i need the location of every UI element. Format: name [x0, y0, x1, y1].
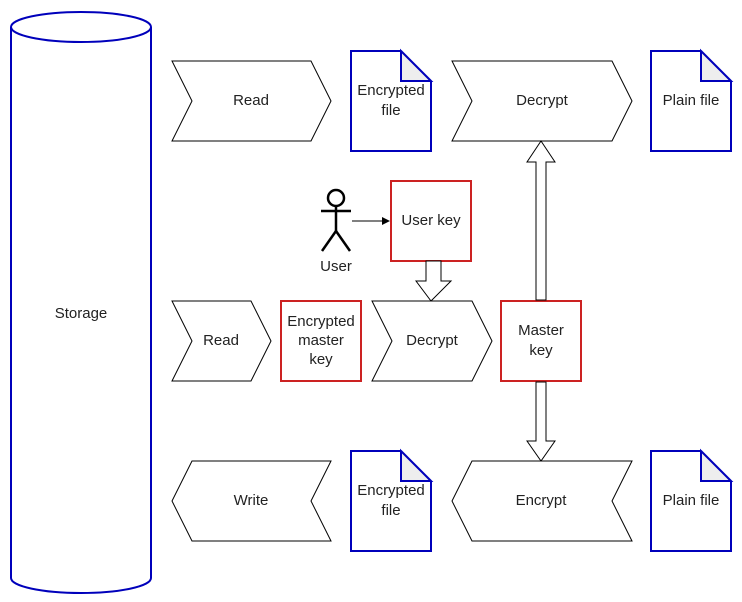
- plain-file-label: Plain file: [663, 492, 720, 509]
- decrypt-file-label: Decrypt: [516, 92, 569, 109]
- encrypt-file-label: Encrypt: [516, 492, 568, 509]
- storage-label: Storage: [55, 305, 108, 322]
- write-file-step: Write: [171, 460, 332, 542]
- encrypted-file-label: file: [381, 502, 400, 519]
- master-key-label: Master: [518, 322, 564, 339]
- plain-file-document-top: Plain file: [650, 48, 734, 152]
- master-key-box: Master key: [500, 300, 582, 382]
- encrypted-file-label: Encrypted: [357, 82, 425, 99]
- user-to-key-arrow: [352, 217, 390, 225]
- user-key-down-arrow: [415, 260, 453, 302]
- decrypt-master-key-label: Decrypt: [406, 332, 459, 349]
- read-master-key-label: Read: [203, 332, 239, 349]
- master-key-down-arrow: [526, 381, 556, 462]
- encrypted-master-key-label: key: [309, 351, 333, 368]
- encrypted-file-document-top: Encrypted file: [350, 48, 434, 152]
- encrypted-master-key-label: master: [298, 332, 344, 349]
- user-label: User: [320, 258, 352, 275]
- user-key-box: User key: [390, 180, 472, 262]
- read-master-key-step: Read: [171, 300, 272, 382]
- storage-cylinder: Storage: [10, 11, 152, 594]
- encrypted-file-label: Encrypted: [357, 482, 425, 499]
- read-file-step: Read: [171, 60, 332, 142]
- write-file-label: Write: [234, 492, 269, 509]
- user-actor-icon: [320, 188, 352, 252]
- plain-file-document-bottom: Plain file: [650, 448, 734, 552]
- plain-file-label: Plain file: [663, 92, 720, 109]
- decrypt-master-key-step: Decrypt: [371, 300, 493, 382]
- encrypted-master-key-label: Encrypted: [287, 313, 355, 330]
- master-key-up-arrow: [526, 140, 556, 301]
- encrypt-file-step: Encrypt: [451, 460, 633, 542]
- encrypted-file-label: file: [381, 102, 400, 119]
- user-key-label: User key: [401, 212, 461, 229]
- master-key-label: key: [529, 342, 553, 359]
- read-file-label: Read: [233, 92, 269, 109]
- decrypt-file-step: Decrypt: [451, 60, 633, 142]
- encrypted-master-key-box: Encrypted master key: [280, 300, 362, 382]
- encrypted-file-document-bottom: Encrypted file: [350, 448, 434, 552]
- encryption-diagram: Storage Read Encrypted file Decrypt Plai…: [10, 11, 734, 594]
